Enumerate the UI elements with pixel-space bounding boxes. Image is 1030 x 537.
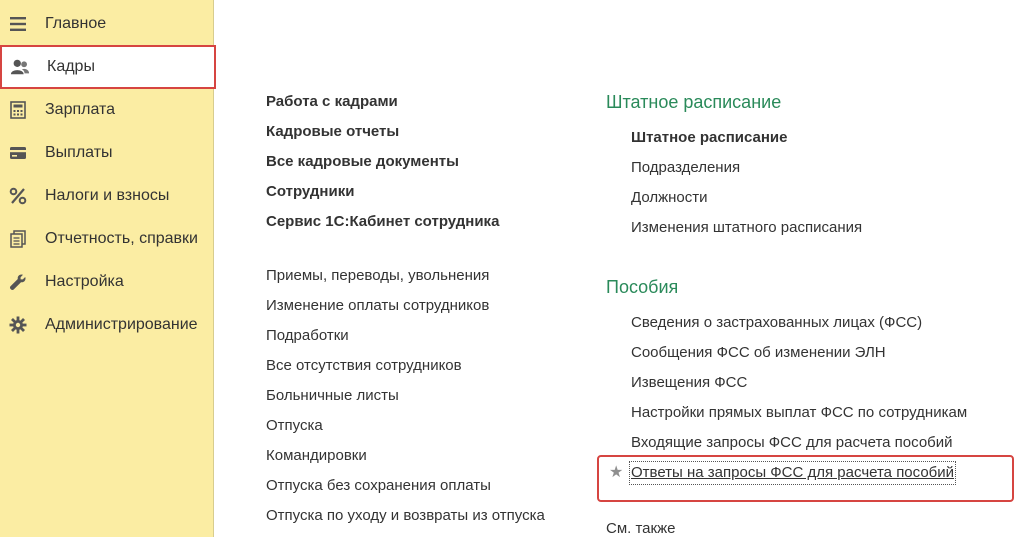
link-hr-reports[interactable]: Кадровые отчеты xyxy=(266,122,399,142)
link-direct-payments-settings[interactable]: Настройки прямых выплат ФСС по сотрудник… xyxy=(631,403,967,423)
link-unpaid-vacations[interactable]: Отпуска без сохранения оплаты xyxy=(266,476,491,496)
link-insured-persons-info[interactable]: Сведения о застрахованных лицах (ФСС) xyxy=(631,313,922,333)
link-vacations[interactable]: Отпуска xyxy=(266,416,323,436)
link-parental-leaves[interactable]: Отпуска по уходу и возвраты из отпуска xyxy=(266,506,545,526)
star-icon[interactable]: ★ xyxy=(609,463,623,483)
link-all-hr-documents[interactable]: Все кадровые документы xyxy=(266,152,459,172)
link-employee-cabinet-service[interactable]: Сервис 1С:Кабинет сотрудника xyxy=(266,212,499,232)
link-see-also[interactable]: См. также xyxy=(606,519,675,537)
link-hr-work[interactable]: Работа с кадрами xyxy=(266,92,398,112)
link-positions[interactable]: Должности xyxy=(631,188,708,208)
sidebar-item-main[interactable]: Главное xyxy=(0,3,214,45)
link-employees[interactable]: Сотрудники xyxy=(266,182,354,202)
link-pay-change[interactable]: Изменение оплаты сотрудников xyxy=(266,296,489,316)
sidebar-item-label: Кадры xyxy=(47,58,95,75)
sidebar-item-label: Налоги и взносы xyxy=(45,187,170,204)
wallet-icon xyxy=(8,143,28,163)
link-incoming-fss-requests[interactable]: Входящие запросы ФСС для расчета пособий xyxy=(631,433,953,453)
link-all-absences[interactable]: Все отсутствия сотрудников xyxy=(266,356,462,376)
sidebar-item-label: Отчетность, справки xyxy=(45,230,198,247)
sidebar-item-label: Администрирование xyxy=(45,316,198,333)
section-title-benefits: Пособия xyxy=(606,277,679,297)
sidebar-item-reports[interactable]: Отчетность, справки xyxy=(0,218,214,260)
sidebar-item-salary[interactable]: Зарплата xyxy=(0,89,214,131)
sidebar-item-administration[interactable]: Администрирование xyxy=(0,304,214,346)
calculator-icon xyxy=(8,100,28,120)
sidebar-item-settings[interactable]: Настройка xyxy=(0,261,214,303)
sidebar-item-label: Выплаты xyxy=(45,144,113,161)
link-fss-request-answers[interactable]: Ответы на запросы ФСС для расчета пособи… xyxy=(628,461,957,485)
link-departments[interactable]: Подразделения xyxy=(631,158,740,178)
percent-icon xyxy=(8,186,28,206)
link-hiring-transfers-dismissals[interactable]: Приемы, переводы, увольнения xyxy=(266,266,489,286)
section-title-staffing: Штатное расписание xyxy=(606,92,782,112)
link-business-trips[interactable]: Командировки xyxy=(266,446,367,466)
sidebar-item-hr[interactable]: Кадры xyxy=(0,45,216,89)
sidebar-item-label: Настройка xyxy=(45,273,124,290)
sidebar-item-label: Зарплата xyxy=(45,101,116,118)
menu-lines-icon xyxy=(8,14,28,34)
sidebar-item-taxes[interactable]: Налоги и взносы xyxy=(0,175,214,217)
reports-icon xyxy=(8,229,28,249)
sidebar-item-label: Главное xyxy=(45,15,107,32)
wrench-icon xyxy=(8,272,28,292)
link-eln-change-messages[interactable]: Сообщения ФСС об изменении ЭЛН xyxy=(631,343,886,363)
users-icon xyxy=(10,57,30,77)
sidebar: Главное Кадры Зарплата Выплаты Налоги и … xyxy=(0,0,216,537)
app-window: Главное Кадры Зарплата Выплаты Налоги и … xyxy=(0,0,1030,537)
link-sick-leaves[interactable]: Больничные листы xyxy=(266,386,399,406)
link-fss-notices[interactable]: Извещения ФСС xyxy=(631,373,747,393)
gear-icon xyxy=(8,315,28,335)
link-staffing-changes[interactable]: Изменения штатного расписания xyxy=(631,218,862,238)
sidebar-item-payments[interactable]: Выплаты xyxy=(0,132,214,174)
link-side-jobs[interactable]: Подработки xyxy=(266,326,349,346)
link-staffing-table[interactable]: Штатное расписание xyxy=(631,128,787,148)
